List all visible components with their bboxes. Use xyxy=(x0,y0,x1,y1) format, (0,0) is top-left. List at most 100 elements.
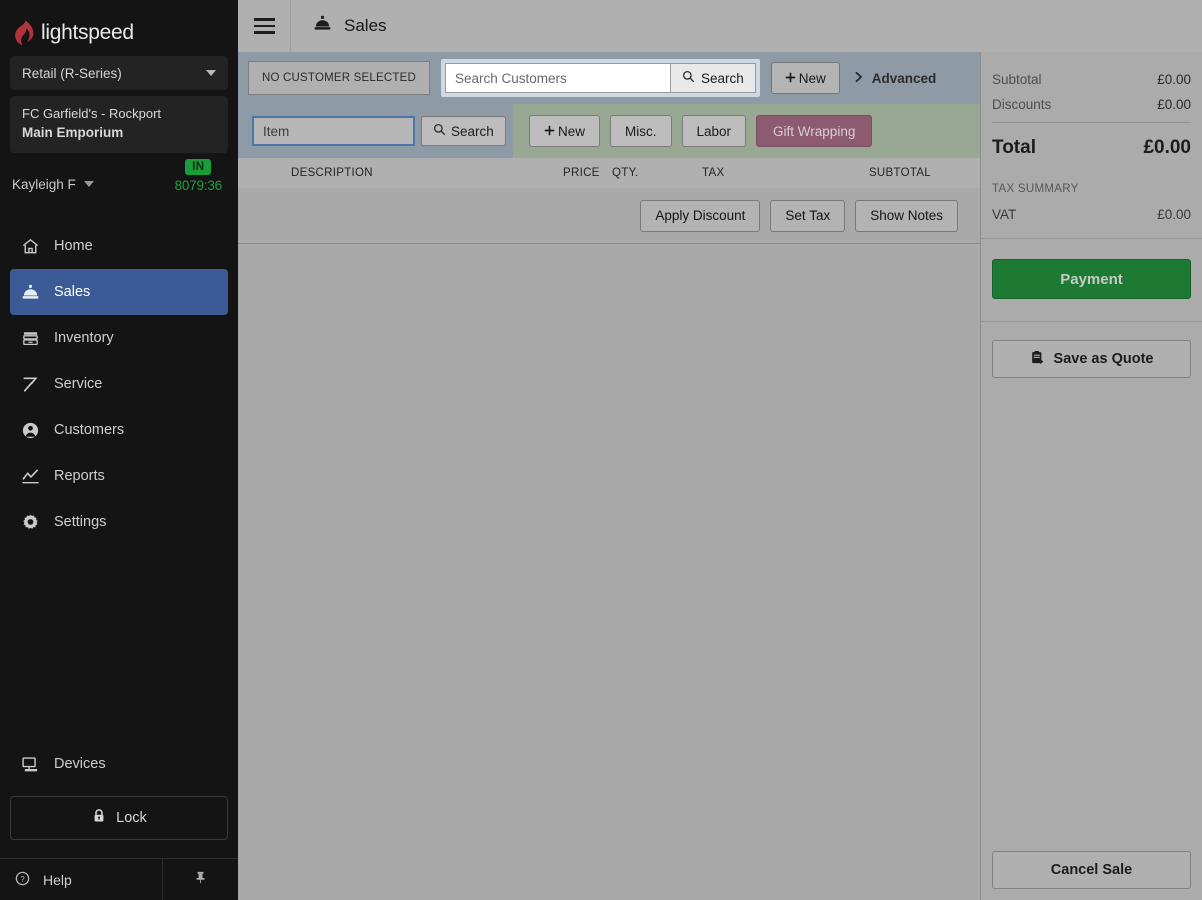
sidebar-item-devices[interactable]: Devices xyxy=(0,744,238,784)
item-search-group: Search xyxy=(238,104,513,158)
customer-search-group: Search xyxy=(440,59,760,97)
sidebar-item-inventory[interactable]: Inventory xyxy=(10,315,228,361)
customer-bar: NO CUSTOMER SELECTED Search Customers Se… xyxy=(238,52,980,104)
user-menu[interactable]: Kayleigh F IN 8079:36 xyxy=(0,153,238,215)
item-bar: Search New Misc. Labor Gift Wrapping xyxy=(238,104,980,158)
body-row: NO CUSTOMER SELECTED Search Customers Se… xyxy=(238,52,1202,900)
total-value: £0.00 xyxy=(1143,137,1191,158)
advanced-toggle[interactable]: Advanced xyxy=(854,70,937,86)
sidebar-item-label: Sales xyxy=(54,284,91,300)
user-circle-icon xyxy=(20,420,40,440)
save-as-quote-button[interactable]: Save as Quote xyxy=(992,340,1191,378)
misc-button[interactable]: Misc. xyxy=(610,115,672,147)
hammer-icon xyxy=(20,374,40,394)
show-notes-button[interactable]: Show Notes xyxy=(855,199,958,232)
column-subtotal: SUBTOTAL xyxy=(868,167,931,179)
gift-wrapping-button[interactable]: Gift Wrapping xyxy=(756,115,873,147)
column-tax: TAX xyxy=(702,167,725,179)
timeclock[interactable]: IN 8079:36 xyxy=(175,157,222,193)
chevron-right-icon xyxy=(854,71,864,86)
discounts-row: Discounts £0.00 xyxy=(992,97,1191,112)
payment-section: Payment xyxy=(981,239,1202,321)
sidebar-item-label: Reports xyxy=(54,468,105,484)
page-title-text: Sales xyxy=(344,16,387,35)
lightspeed-flame-icon xyxy=(12,20,34,46)
labor-button[interactable]: Labor xyxy=(681,115,747,147)
store-company: FC Garfield's - Rockport xyxy=(22,106,162,121)
pos-app: lightspeed Retail (R-Series) FC Garfield… xyxy=(0,0,1202,900)
brand-name: lightspeed xyxy=(41,21,134,44)
column-price: PRICE xyxy=(563,167,600,179)
sidebar-item-settings[interactable]: Settings xyxy=(10,499,228,545)
sidebar-item-customers[interactable]: Customers xyxy=(10,407,228,453)
timeclock-elapsed: 8079:36 xyxy=(174,178,223,193)
sale-center: NO CUSTOMER SELECTED Search Customers Se… xyxy=(238,52,980,900)
lock-label: Lock xyxy=(116,810,147,826)
lock-button[interactable]: Lock xyxy=(10,796,228,840)
hamburger-menu-icon[interactable] xyxy=(238,0,290,52)
total-label: Total xyxy=(992,137,1036,158)
customer-search-button[interactable]: Search xyxy=(669,63,756,93)
sidebar-item-label: Customers xyxy=(54,422,125,438)
discounts-label: Discounts xyxy=(992,97,1052,112)
chevron-down-icon xyxy=(83,181,94,187)
item-search-input[interactable] xyxy=(252,116,415,146)
monitor-icon xyxy=(20,754,40,774)
sidebar-item-home[interactable]: Home xyxy=(10,223,228,269)
product-series-value: Retail (R-Series) xyxy=(22,65,122,81)
line-items-empty-area xyxy=(238,244,980,900)
main-area: Sales NO CUSTOMER SELECTED Search Custom… xyxy=(238,0,1202,900)
sidebar-item-label: Settings xyxy=(54,514,107,530)
advanced-label: Advanced xyxy=(871,70,937,86)
sidebar-item-label: Home xyxy=(54,238,93,254)
apply-discount-button[interactable]: Apply Discount xyxy=(640,199,761,232)
brand-logo[interactable]: lightspeed xyxy=(0,0,238,52)
cancel-sale-button[interactable]: Cancel Sale xyxy=(992,851,1191,889)
tax-summary-label: TAX SUMMARY xyxy=(992,183,1079,195)
sales-bell-icon xyxy=(313,14,332,38)
customer-search-label: Search xyxy=(700,70,744,86)
user-name: Kayleigh F xyxy=(12,176,76,192)
subtotal-label: Subtotal xyxy=(992,72,1042,87)
sales-bell-icon xyxy=(20,282,40,302)
sidebar-item-label: Service xyxy=(54,376,103,392)
no-customer-selected[interactable]: NO CUSTOMER SELECTED xyxy=(248,61,430,95)
new-item-label: New xyxy=(558,123,586,139)
tax-row: VAT £0.00 xyxy=(992,207,1191,238)
store-location: Main Emporium xyxy=(22,125,124,140)
column-description: DESCRIPTION xyxy=(291,167,373,179)
item-search-label: Search xyxy=(451,123,494,139)
help-label: Help xyxy=(43,871,72,888)
quote-section: Save as Quote xyxy=(981,322,1202,378)
right-panel-spacer xyxy=(981,378,1202,851)
store-selector[interactable]: FC Garfield's - Rockport Main Emporium xyxy=(10,96,228,153)
lock-icon xyxy=(91,808,107,828)
new-item-button[interactable]: New xyxy=(529,115,601,147)
sidebar-item-sales[interactable]: Sales xyxy=(10,269,228,315)
sidebar-item-reports[interactable]: Reports xyxy=(10,453,228,499)
magnifier-icon xyxy=(682,70,695,86)
pin-button[interactable] xyxy=(162,859,238,900)
magnifier-icon xyxy=(433,123,446,139)
new-customer-button[interactable]: New xyxy=(770,62,840,94)
chevron-down-icon xyxy=(206,70,216,76)
help-button[interactable]: ? Help xyxy=(0,859,162,900)
discounts-value: £0.00 xyxy=(1157,97,1191,112)
item-search-button[interactable]: Search xyxy=(421,116,506,146)
page-title: Sales xyxy=(291,14,387,38)
inventory-box-icon xyxy=(20,328,40,348)
set-tax-button[interactable]: Set Tax xyxy=(770,199,846,232)
total-row: Total £0.00 xyxy=(992,137,1191,159)
question-circle-icon: ? xyxy=(14,870,31,890)
sidebar-item-service[interactable]: Service xyxy=(10,361,228,407)
help-bar: ? Help xyxy=(0,858,238,900)
save-as-quote-label: Save as Quote xyxy=(1053,351,1154,367)
product-series-select[interactable]: Retail (R-Series) xyxy=(10,56,228,90)
customer-search-input[interactable] xyxy=(444,63,670,93)
tax-value: £0.00 xyxy=(1157,207,1191,222)
new-customer-label: New xyxy=(798,70,826,86)
topbar: Sales xyxy=(238,0,1202,52)
payment-button[interactable]: Payment xyxy=(992,259,1191,299)
plus-icon xyxy=(785,71,796,86)
column-qty: QTY. xyxy=(612,167,639,179)
